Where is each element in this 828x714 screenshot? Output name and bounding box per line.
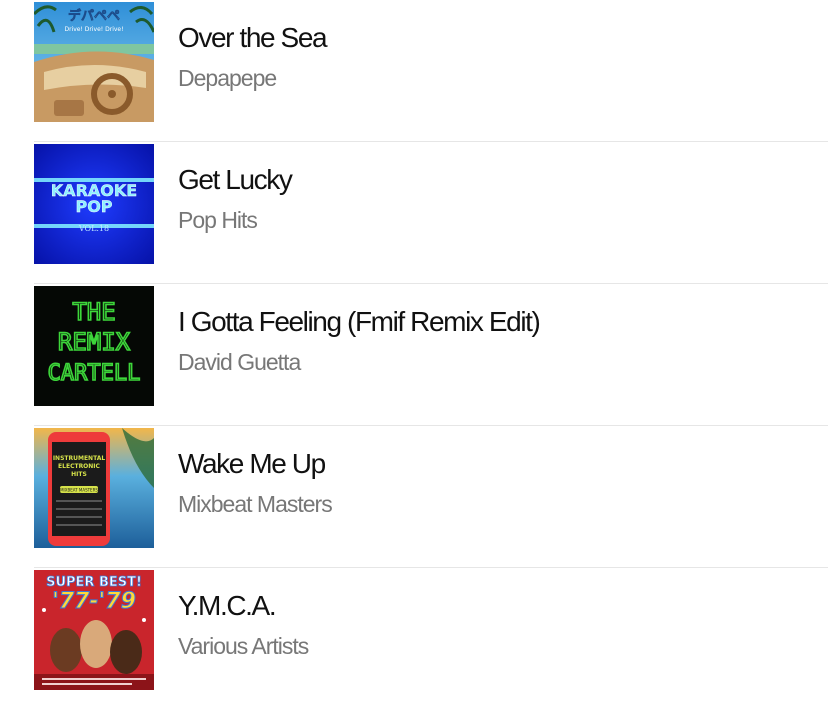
album-art-line2: REMIX <box>58 328 131 356</box>
album-art-subtext: Drive! Drive! Drive! <box>64 26 123 33</box>
album-art[interactable]: INSTRUMENTAL ELECTRONIC HITS MIXBEAT MAS… <box>34 428 154 548</box>
album-art-line2: ELECTRONIC <box>58 463 100 470</box>
song-artist[interactable]: Various Artists <box>178 626 309 666</box>
album-art-line3: VOL.18 <box>78 224 109 233</box>
song-text: I Gotta Feeling (Fmif Remix Edit) David … <box>178 302 541 382</box>
album-art-badge: MIXBEAT MASTERS <box>60 488 98 493</box>
album-art-text: デパペペ <box>68 8 120 24</box>
song-list: デパペペ Drive! Drive! Drive! Over the Sea D… <box>34 0 828 710</box>
song-artist[interactable]: Pop Hits <box>178 200 291 240</box>
song-row[interactable]: THE REMIX CARTELL I Gotta Feeling (Fmif … <box>34 284 828 426</box>
album-art[interactable]: SUPER BEST! '77-'79 <box>34 570 154 690</box>
song-title[interactable]: Wake Me Up <box>178 444 332 484</box>
album-art[interactable]: THE REMIX CARTELL <box>34 286 154 406</box>
song-text: Y.M.C.A. Various Artists <box>178 586 309 666</box>
song-row[interactable]: デパペペ Drive! Drive! Drive! Over the Sea D… <box>34 0 828 142</box>
album-art-line1: THE <box>72 298 115 326</box>
song-artist[interactable]: Depapepe <box>178 58 326 98</box>
convertible-car-dashboard-art: デパペペ Drive! Drive! Drive! <box>34 2 154 122</box>
album-art-line2: POP <box>75 197 112 216</box>
remix-cartell-neon-art: THE REMIX CARTELL <box>34 286 154 406</box>
song-artist[interactable]: Mixbeat Masters <box>178 484 333 524</box>
song-title[interactable]: Over the Sea <box>178 18 328 58</box>
song-title[interactable]: Y.M.C.A. <box>178 586 308 626</box>
album-art-line3: CARTELL <box>48 361 141 386</box>
song-row[interactable]: SUPER BEST! '77-'79 Y.M.C.A. Various Art… <box>34 568 828 710</box>
album-art-line2: '77-'79 <box>52 589 136 614</box>
super-best-disco-art: SUPER BEST! '77-'79 <box>34 570 154 690</box>
song-title[interactable]: Get Lucky <box>178 160 293 200</box>
album-art[interactable]: KARAOKE POP VOL.18 <box>34 144 154 264</box>
song-title[interactable]: I Gotta Feeling (Fmif Remix Edit) <box>178 302 541 342</box>
song-text: Get Lucky Pop Hits <box>178 160 293 240</box>
song-text: Over the Sea Depapepe <box>178 18 328 98</box>
song-text: Wake Me Up Mixbeat Masters <box>178 444 333 524</box>
phone-beach-art: INSTRUMENTAL ELECTRONIC HITS MIXBEAT MAS… <box>34 428 154 548</box>
album-art-line1: SUPER BEST! <box>46 575 142 590</box>
album-art-line3: HITS <box>71 471 87 478</box>
song-row[interactable]: INSTRUMENTAL ELECTRONIC HITS MIXBEAT MAS… <box>34 426 828 568</box>
song-row[interactable]: KARAOKE POP VOL.18 Get Lucky Pop Hits <box>34 142 828 284</box>
album-art-line1: INSTRUMENTAL <box>53 455 106 462</box>
karaoke-pop-neon-art: KARAOKE POP VOL.18 <box>34 144 154 264</box>
album-art[interactable]: デパペペ Drive! Drive! Drive! <box>34 2 154 122</box>
song-artist[interactable]: David Guetta <box>178 342 539 382</box>
